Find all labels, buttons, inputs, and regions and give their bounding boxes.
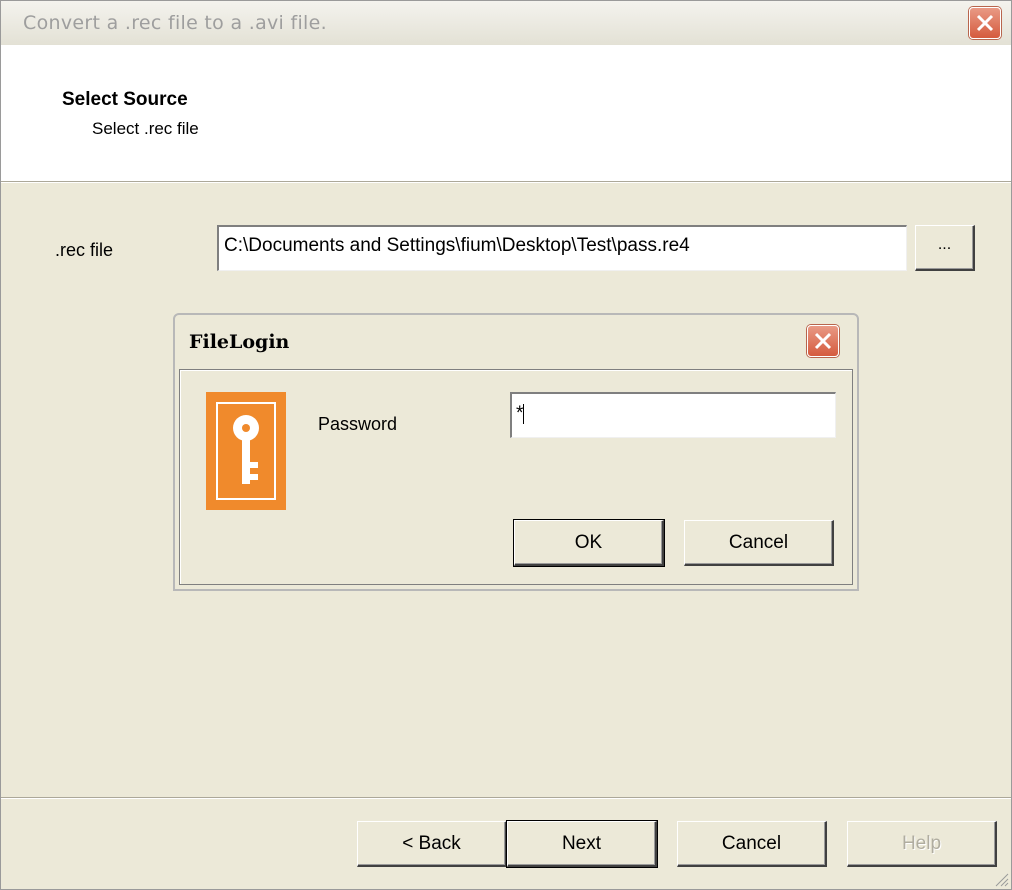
resize-grip-icon[interactable] (993, 871, 1009, 887)
header-divider-highlight (1, 182, 1011, 183)
password-value: * (516, 403, 524, 424)
page-title: Select Source (62, 89, 188, 110)
password-label: Password (318, 414, 398, 434)
file-login-dialog: FileLogin Password * OK Cancel (173, 313, 859, 591)
wizard-header: Select Source Select .rec file (1, 45, 1011, 181)
dialog-close-button[interactable] (807, 325, 839, 357)
key-icon (206, 392, 286, 510)
ok-button[interactable]: OK (513, 519, 665, 567)
close-icon (814, 332, 832, 350)
rec-file-label: .rec file (55, 240, 114, 260)
key-glyph (233, 415, 259, 484)
dialog-title: FileLogin (189, 331, 290, 353)
rec-file-path-field[interactable]: C:\Documents and Settings\fium\Desktop\T… (217, 225, 907, 271)
help-button: Help (847, 821, 997, 867)
title-bar[interactable]: Convert a .rec file to a .avi file. (1, 1, 1011, 45)
cancel-button[interactable]: Cancel (677, 821, 827, 867)
window-title: Convert a .rec file to a .avi file. (23, 12, 327, 34)
browse-button[interactable]: ... (915, 225, 975, 271)
page-subtitle: Select .rec file (92, 119, 199, 138)
password-input[interactable]: * (510, 392, 836, 438)
footer-divider-highlight (1, 798, 1011, 799)
text-caret (523, 403, 525, 424)
next-button[interactable]: Next (506, 820, 658, 868)
close-icon (976, 14, 994, 32)
dialog-cancel-button[interactable]: Cancel (684, 520, 834, 566)
dialog-body: Password * OK Cancel (179, 369, 853, 585)
wizard-window: Convert a .rec file to a .avi file. Sele… (0, 0, 1012, 890)
rec-file-path-value: C:\Documents and Settings\fium\Desktop\T… (224, 235, 690, 256)
window-close-button[interactable] (969, 7, 1001, 39)
back-button[interactable]: < Back (357, 821, 507, 867)
